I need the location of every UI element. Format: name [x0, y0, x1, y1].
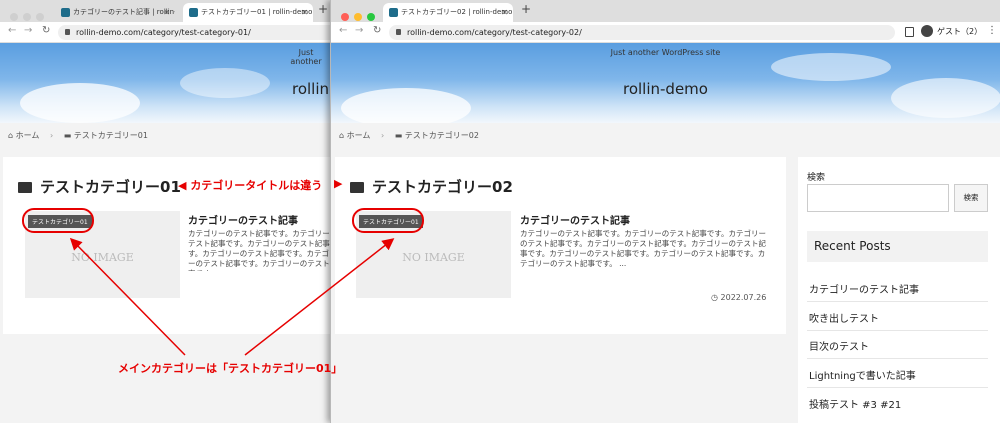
url-text: rollin-demo.com/category/test-category-0… [76, 28, 251, 37]
tab-test-category-02[interactable]: テストカテゴリー02 | rollin-demo ✕ [383, 3, 513, 22]
forward-icon[interactable]: → [24, 25, 32, 36]
breadcrumb: ⌂ ホーム › ▬ テストカテゴリー02 [339, 130, 479, 141]
breadcrumb-home[interactable]: ホーム [347, 131, 371, 140]
post-date-text: 2022.07.26 [720, 293, 767, 302]
arrow-left-icon: ◀ [178, 179, 187, 192]
zoom-window-button[interactable] [36, 13, 44, 21]
site-name[interactable]: rollin-demo [331, 80, 1000, 98]
tab-bar: テストカテゴリー02 | rollin-demo ✕ + [331, 0, 1000, 22]
lock-icon [65, 29, 70, 35]
header-banner: Just another WordPress site rollin-demo [331, 43, 1000, 123]
folder-open-icon [350, 182, 364, 193]
tab-title: テストカテゴリー01 | rollin-demo [201, 8, 313, 16]
header-banner: Just another rollin [0, 43, 330, 123]
clock-icon: ◷ [711, 293, 718, 302]
back-icon[interactable]: ← [8, 25, 16, 36]
back-icon[interactable]: ← [339, 25, 347, 36]
minimize-window-button[interactable] [354, 13, 362, 21]
new-tab-icon[interactable]: + [318, 2, 328, 16]
divider [807, 330, 988, 331]
breadcrumb-current: テストカテゴリー02 [404, 131, 479, 140]
tab-test-category-01[interactable]: テストカテゴリー01 | rollin-demo ✕ [183, 3, 313, 22]
title-annotation: ◀ カテゴリータイトルは違う [178, 177, 322, 193]
badge-highlight-ring [352, 208, 424, 233]
folder-icon: ▬ [394, 131, 403, 140]
tab-title: カテゴリーのテスト記事 | rollin-d [73, 8, 175, 16]
reload-icon[interactable]: ↻ [42, 25, 50, 36]
cloud-shape [180, 68, 270, 98]
close-tab-icon[interactable]: ✕ [163, 3, 170, 22]
search-label: 検索 [807, 173, 826, 183]
cloud-shape [20, 83, 140, 123]
folder-open-icon [18, 182, 32, 193]
address-bar-row: ← → ↻ rollin-demo.com/category/test-cate… [331, 22, 1000, 43]
post-excerpt: カテゴリーのテスト記事です。カテゴリーのテスト記事です。カテゴリーのテスト記事で… [520, 229, 766, 268]
arrow-right-icon: ▶ [334, 177, 343, 190]
breadcrumb-home[interactable]: ホーム [16, 131, 40, 140]
post-excerpt: カテゴリーのテスト記事です。カテゴリーのテスト記事です。カテゴリーのテスト記事で… [188, 229, 330, 271]
new-tab-icon[interactable]: + [521, 2, 531, 16]
no-image-placeholder: NO IMAGE [402, 251, 465, 264]
close-tab-icon[interactable]: ✕ [301, 3, 308, 22]
main-category-annotation: メインカテゴリーは「テストカテゴリー01」 [118, 362, 343, 375]
address-bar-row: ← → ↻ rollin-demo.com/category/test-cate… [0, 22, 330, 43]
tab-title: テストカテゴリー02 | rollin-demo [401, 8, 513, 16]
recent-posts-heading: Recent Posts [807, 231, 988, 262]
no-image-placeholder: NO IMAGE [71, 251, 134, 264]
divider [807, 301, 988, 302]
breadcrumb-separator-icon: › [49, 131, 54, 140]
tab-category-post[interactable]: カテゴリーのテスト記事 | rollin-d ✕ [55, 3, 175, 22]
category-title: テストカテゴリー02 [350, 176, 513, 197]
category-title-text: テストカテゴリー02 [372, 178, 513, 196]
site-name[interactable]: rollin [292, 80, 329, 98]
divider [807, 358, 988, 359]
url-text: rollin-demo.com/category/test-category-0… [407, 28, 582, 37]
post-title[interactable]: カテゴリーのテスト記事 [188, 212, 298, 227]
site-tagline: Just another WordPress site [610, 48, 721, 57]
search-input[interactable] [807, 184, 949, 212]
site-tagline: Just another [290, 48, 322, 66]
category-title-text: テストカテゴリー01 [40, 178, 181, 196]
close-tab-icon[interactable]: ✕ [501, 3, 508, 22]
breadcrumb: ⌂ ホーム › ▬ テストカテゴリー01 [8, 130, 148, 141]
home-icon: ⌂ [339, 131, 345, 140]
tab-bar: カテゴリーのテスト記事 | rollin-d ✕ テストカテゴリー01 | ro… [0, 0, 330, 22]
site-favicon-icon [61, 8, 70, 17]
recent-post-link[interactable]: カテゴリーのテスト記事 [809, 281, 989, 296]
site-favicon-icon [189, 8, 198, 17]
url-field[interactable]: rollin-demo.com/category/test-category-0… [58, 25, 330, 40]
search-button[interactable]: 検索 [954, 184, 988, 212]
post-title[interactable]: カテゴリーのテスト記事 [520, 212, 630, 227]
recent-post-link[interactable]: 投稿テスト #3 #21 [809, 396, 989, 411]
lock-icon [396, 29, 401, 35]
profile-avatar-icon[interactable] [921, 25, 933, 37]
divider [807, 387, 988, 388]
close-window-button[interactable] [10, 13, 18, 21]
badge-highlight-ring [22, 208, 94, 233]
close-window-button[interactable] [341, 13, 349, 21]
menu-icon[interactable]: ⋮ [987, 25, 997, 36]
home-icon: ⌂ [8, 131, 14, 140]
recent-post-link[interactable]: 吹き出しテスト [809, 310, 989, 325]
profile-label[interactable]: ゲスト（2） [937, 26, 982, 37]
cloud-shape [771, 53, 891, 81]
title-annotation-text: カテゴリータイトルは違う [190, 179, 323, 192]
recent-post-link[interactable]: 目次のテスト [809, 338, 989, 353]
reload-icon[interactable]: ↻ [373, 25, 381, 36]
zoom-window-button[interactable] [367, 13, 375, 21]
category-title: テストカテゴリー01 [18, 176, 181, 197]
url-field[interactable]: rollin-demo.com/category/test-category-0… [389, 25, 895, 40]
forward-icon[interactable]: → [355, 25, 363, 36]
breadcrumb-separator-icon: › [380, 131, 385, 140]
folder-icon: ▬ [63, 131, 72, 140]
sidebar-toggle-icon[interactable] [905, 27, 914, 37]
site-favicon-icon [389, 8, 398, 17]
recent-post-link[interactable]: Lightningで書いた記事 [809, 367, 989, 382]
post-date: ◷ 2022.07.26 [711, 293, 766, 302]
breadcrumb-current: テストカテゴリー01 [73, 131, 148, 140]
minimize-window-button[interactable] [23, 13, 31, 21]
